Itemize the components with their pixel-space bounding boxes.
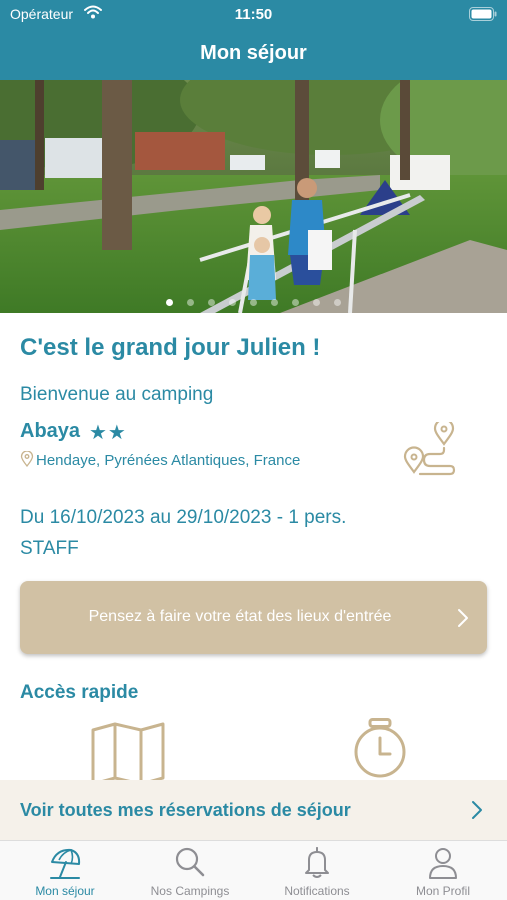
carousel-dot[interactable] — [250, 299, 257, 306]
carousel-dot[interactable] — [313, 299, 320, 306]
clock-time: 11:50 — [234, 6, 273, 23]
page-title: Mon séjour — [200, 42, 307, 64]
navigation-bar: Mon séjour — [0, 30, 507, 80]
tab-label: Nos Campings — [150, 884, 230, 898]
quick-access-title: Accès rapide — [20, 682, 139, 703]
carousel-dot[interactable] — [229, 299, 236, 306]
battery-icon — [469, 7, 497, 26]
campsite-photo — [0, 80, 507, 313]
map-icon[interactable] — [90, 722, 166, 786]
checkin-inventory-label: Pensez à faire votre état des lieux d'en… — [88, 608, 392, 625]
tab-label: Notifications — [284, 884, 350, 898]
status-bar: Opérateur 11:50 — [0, 0, 507, 30]
location-pin-icon — [20, 450, 34, 471]
all-reservations-label: Voir toutes mes réservations de séjour — [20, 800, 351, 820]
hero-image-carousel[interactable] — [0, 80, 507, 313]
carousel-dot[interactable] — [334, 299, 341, 306]
bell-icon — [301, 846, 333, 885]
carousel-dot[interactable] — [271, 299, 278, 306]
location-text: Hendaye, Pyrénées Atlantiques, France — [36, 452, 301, 469]
chevron-right-icon — [471, 800, 483, 825]
camping-name: Abaya — [20, 420, 81, 442]
bottom-tab-bar: Mon séjour Nos Campings Notifications Mo… — [0, 840, 507, 900]
chevron-right-icon — [457, 608, 469, 633]
tab-mon-profil[interactable]: Mon Profil — [380, 841, 506, 900]
carousel-dot[interactable] — [292, 299, 299, 306]
user-icon — [427, 846, 459, 885]
all-reservations-link[interactable]: Voir toutes mes réservations de séjour — [0, 780, 507, 840]
carousel-dot[interactable] — [166, 299, 173, 306]
beach-umbrella-icon — [49, 846, 81, 885]
camping-stars: ★★ — [89, 422, 127, 444]
carousel-dot[interactable] — [187, 299, 194, 306]
tab-nos-campings[interactable]: Nos Campings — [127, 841, 253, 900]
tab-notifications[interactable]: Notifications — [254, 841, 380, 900]
checkin-inventory-button[interactable]: Pensez à faire votre état des lieux d'en… — [20, 581, 487, 654]
tab-label: Mon Profil — [415, 884, 471, 898]
greeting-headline: C'est le grand jour Julien ! — [20, 334, 321, 361]
tab-mon-sejour[interactable]: Mon séjour — [2, 841, 128, 900]
carousel-dot[interactable] — [208, 299, 215, 306]
route-map-icon[interactable] — [400, 418, 460, 483]
stay-category: STAFF — [20, 538, 79, 559]
carousel-page-indicator[interactable] — [0, 293, 507, 311]
welcome-text: Bienvenue au camping — [20, 384, 214, 405]
search-icon — [174, 846, 206, 885]
camping-location: Hendaye, Pyrénées Atlantiques, France — [20, 450, 301, 471]
tab-label: Mon séjour — [35, 884, 95, 898]
stay-dates: Du 16/10/2023 au 29/10/2023 - 1 pers. — [20, 507, 347, 528]
opening-hours-icon[interactable] — [351, 718, 409, 785]
